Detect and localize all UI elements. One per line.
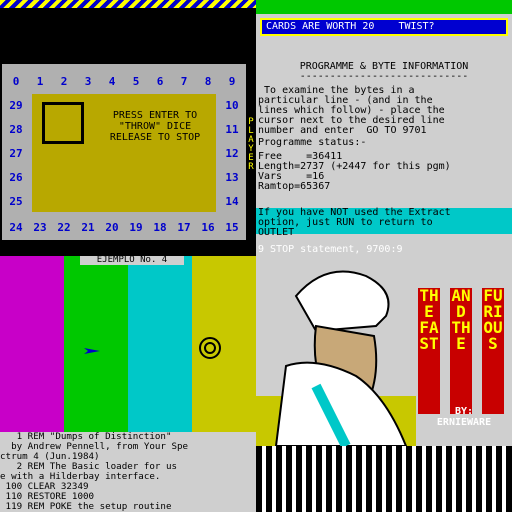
info-screen: CARDS ARE WORTH 20 TWIST? PROGRAMME & BY… xyxy=(256,0,512,256)
extract-notice: If you have NOT used the Extract option, … xyxy=(256,208,512,238)
board-cell: 3 xyxy=(84,75,92,88)
board-cell: 14 xyxy=(225,195,239,208)
board-cell: 16 xyxy=(201,221,215,234)
stop-line: 9 STOP statement, 9700:9 xyxy=(258,244,403,255)
byline: BY: ERNIEWARE xyxy=(416,406,512,428)
board-cell: 11 xyxy=(225,123,239,136)
board-cell: 2 xyxy=(60,75,68,88)
board-cell: 7 xyxy=(180,75,188,88)
throw-text: "THROW" DICE xyxy=(118,121,192,132)
dice-instructions: PRESS ENTER TO "THROW" DICE RELEASE TO S… xyxy=(96,110,214,143)
example-title: EJEMPLO No. 4 xyxy=(80,256,184,265)
board-cell: 8 xyxy=(204,75,212,88)
player-side-label: PLAYER xyxy=(248,117,254,172)
board-cell: 0 xyxy=(12,75,20,88)
board-cell: 10 xyxy=(225,99,239,112)
board-cell: 9 xyxy=(228,75,236,88)
board-cell: 13 xyxy=(225,171,239,184)
author-name: ERNIEWARE xyxy=(436,417,492,428)
board-cell: 21 xyxy=(81,221,95,234)
maze-pattern xyxy=(256,446,512,512)
board-cell: 20 xyxy=(105,221,119,234)
coin-sprite-icon xyxy=(199,337,221,359)
board-cell: 5 xyxy=(132,75,140,88)
board-cell: 27 xyxy=(9,147,23,160)
heading-rule: ---------------------------- xyxy=(299,71,469,82)
board-cell: 29 xyxy=(9,99,23,112)
basic-listing: 1 REM "Dumps of Distinction" by Andrew P… xyxy=(0,432,256,512)
board-game-screen: 0123456789 24 23 22 21 20 19 18 17 16 15 29 28 27 26… xyxy=(0,0,256,256)
board-cell: 6 xyxy=(156,75,164,88)
title-word-2: AND THE xyxy=(450,288,472,414)
listing-screen: EJEMPLO No. 4 1 REM "Dumps of Distinctio… xyxy=(0,256,256,512)
board-cell: 12 xyxy=(225,147,239,160)
banner: CARDS ARE WORTH 20 TWIST? xyxy=(260,18,508,36)
dice-panel: PRESS ENTER TO "THROW" DICE RELEASE TO S… xyxy=(32,94,216,212)
board-cell: 25 xyxy=(9,195,23,208)
game-board: 0123456789 24 23 22 21 20 19 18 17 16 15 29 28 27 26… xyxy=(2,64,246,240)
release-text: RELEASE TO STOP xyxy=(109,132,201,143)
board-cell: 24 xyxy=(9,221,23,234)
title-word-1: THE FAST xyxy=(418,288,440,414)
board-cell: 26 xyxy=(9,171,23,184)
press-text: PRESS ENTER TO xyxy=(112,110,198,121)
board-cell: 28 xyxy=(9,123,23,136)
cyan-band xyxy=(128,256,192,432)
board-cell: 4 xyxy=(108,75,116,88)
title-screen: THE FAST AND THE FURIOUS BY: ERNIEWARE xyxy=(256,256,512,512)
status-label: Programme status:- xyxy=(258,137,367,148)
stat-line: Ramtop=65367 xyxy=(258,181,331,192)
notice-line: OUTLET xyxy=(258,227,295,238)
listing-line: 119 REM POKE the setup routine xyxy=(0,501,172,512)
notice-line: option, just RUN to return to xyxy=(258,217,433,228)
magenta-band xyxy=(0,256,64,432)
stats-block: Free =36411 Length=2737 (+2447 for this p… xyxy=(258,152,510,192)
top-green-bar xyxy=(256,0,512,14)
instructions: To examine the bytes in a particular line… xyxy=(258,86,510,136)
green-band xyxy=(64,256,128,432)
board-cell: 22 xyxy=(57,221,71,234)
board-cell: 18 xyxy=(153,221,167,234)
instruction-line: number and enter GO TO 9701 xyxy=(258,125,427,136)
board-cell: 15 xyxy=(225,221,239,234)
board-cell: 19 xyxy=(129,221,143,234)
board-cell: 17 xyxy=(177,221,191,234)
dice-square xyxy=(42,102,84,144)
board-cell: 1 xyxy=(36,75,44,88)
title-word-3: FURIOUS xyxy=(482,288,504,414)
arrow-sprite-icon xyxy=(84,348,100,354)
board-cell: 23 xyxy=(33,221,47,234)
loading-stripe xyxy=(0,0,256,8)
by-label: BY: xyxy=(454,406,474,417)
